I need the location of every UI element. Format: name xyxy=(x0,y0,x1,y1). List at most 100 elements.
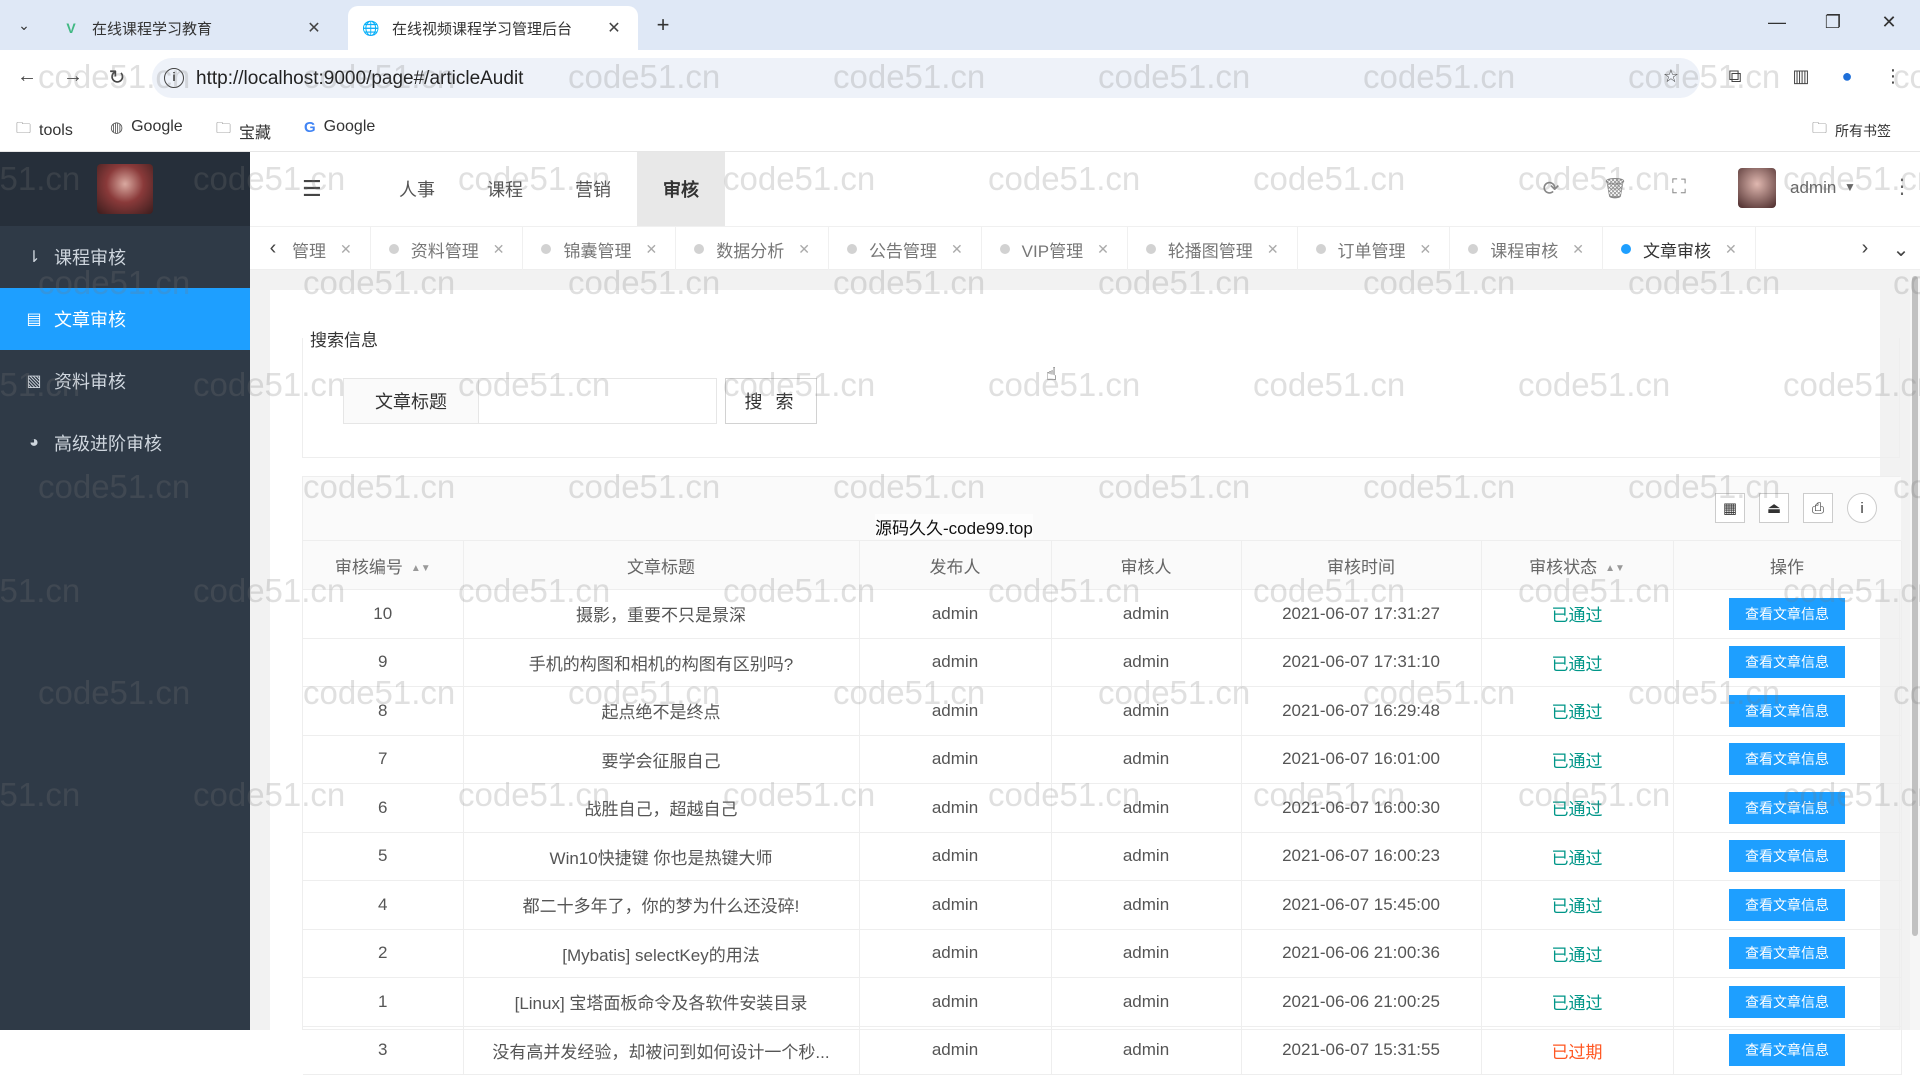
close-icon[interactable]: ✕ xyxy=(1097,241,1109,258)
close-icon[interactable]: ✕ xyxy=(493,241,505,258)
cell-publisher: admin xyxy=(859,589,1052,639)
page-tab[interactable]: 订单管理 ✕ xyxy=(1298,227,1451,271)
page-tab[interactable]: 轮播图管理 ✕ xyxy=(1128,227,1298,271)
view-article-button[interactable]: 查看文章信息 xyxy=(1729,840,1845,873)
scrollbar-thumb[interactable] xyxy=(1912,276,1918,936)
minimize-icon[interactable]: — xyxy=(1762,12,1792,33)
top-menu-personnel[interactable]: 人事 xyxy=(373,152,461,226)
cell-status: 已通过 xyxy=(1481,977,1674,1027)
cell-time: 2021-06-07 17:31:27 xyxy=(1241,589,1482,639)
page-tab[interactable]: 资料管理 ✕ xyxy=(371,227,524,271)
trash-icon[interactable]: 🗑 xyxy=(1602,176,1628,201)
info-icon[interactable]: i xyxy=(1847,493,1877,523)
folder-icon: 🗀 xyxy=(16,120,32,137)
refresh-icon[interactable]: ⟳ xyxy=(1538,176,1564,201)
sidebar-item-article-audit[interactable]: ▤ 文章审核 xyxy=(0,288,250,350)
view-article-button[interactable]: 查看文章信息 xyxy=(1729,985,1845,1018)
browser-tab-2[interactable]: 🌐 在线视频课程学习管理后台 ✕ xyxy=(348,6,638,50)
bookmark-google-2[interactable]: G Google xyxy=(304,118,375,136)
view-article-button[interactable]: 查看文章信息 xyxy=(1729,597,1845,630)
view-article-button[interactable]: 查看文章信息 xyxy=(1729,888,1845,921)
bookmark-label: Google xyxy=(131,118,183,135)
top-menu-marketing[interactable]: 营销 xyxy=(549,152,637,226)
article-title-input[interactable] xyxy=(479,378,717,424)
view-article-button[interactable]: 查看文章信息 xyxy=(1729,937,1845,970)
side-panel-icon[interactable]: ▥ xyxy=(1788,66,1814,87)
page-tab[interactable]: 文章审核 ✕ xyxy=(1603,227,1756,271)
page-tab[interactable]: 公告管理 ✕ xyxy=(829,227,982,271)
sort-icon[interactable]: ▲▼ xyxy=(411,563,431,574)
all-bookmarks[interactable]: 🗀 所有书签 xyxy=(1812,118,1891,143)
back-icon[interactable]: ← xyxy=(14,65,40,88)
sidebar-item-course-audit[interactable]: ⇂ 课程审核 xyxy=(0,226,250,288)
sidebar-item-advanced-audit[interactable]: ◕ 高级进阶审核 xyxy=(0,412,250,474)
browser-menu-icon[interactable]: ⋮ xyxy=(1880,66,1906,87)
view-article-button[interactable]: 查看文章信息 xyxy=(1729,646,1845,679)
cell-time: 2021-06-07 16:00:23 xyxy=(1241,832,1482,881)
reload-icon[interactable]: ↻ xyxy=(104,65,130,90)
cell-time: 2021-06-07 16:01:00 xyxy=(1241,735,1482,784)
view-article-button[interactable]: 查看文章信息 xyxy=(1729,743,1845,776)
close-icon[interactable]: ✕ xyxy=(604,18,624,38)
url-text[interactable]: http://localhost:9000/page#/articleAudit xyxy=(196,68,523,90)
cell-action: 查看文章信息 xyxy=(1673,1026,1902,1075)
cell-action: 查看文章信息 xyxy=(1673,929,1902,978)
close-icon[interactable]: ✕ xyxy=(304,18,324,38)
profile-icon[interactable]: ● xyxy=(1834,66,1860,87)
forward-icon[interactable]: → xyxy=(60,65,86,88)
menu-toggle-icon[interactable]: ☰ xyxy=(302,176,322,202)
bookmark-treasure[interactable]: 🗀 宝藏 xyxy=(216,118,271,143)
restore-icon[interactable]: ❐ xyxy=(1818,12,1848,33)
caret-down-icon[interactable]: ▼ xyxy=(1844,180,1856,194)
columns-filter-icon[interactable]: ▦ xyxy=(1715,493,1745,523)
col-header-title: 文章标题 xyxy=(463,541,860,590)
url-omnibox[interactable]: i http://localhost:9000/page#/articleAud… xyxy=(152,58,1700,98)
view-article-button[interactable]: 查看文章信息 xyxy=(1729,1034,1845,1067)
bookmark-google[interactable]: ◍ Google xyxy=(110,118,183,136)
page-tab-label: 课程审核 xyxy=(1490,241,1559,261)
sort-icon[interactable]: ▲▼ xyxy=(1605,563,1625,574)
browser-tab-1[interactable]: V 在线课程学习教育 ✕ xyxy=(48,6,338,50)
page-tab[interactable]: 课程审核 ✕ xyxy=(1450,227,1604,271)
close-icon[interactable]: ✕ xyxy=(645,241,657,258)
close-icon[interactable]: ✕ xyxy=(1572,241,1584,258)
table-row: 8 起点绝不是终点 admin admin 2021-06-07 16:29:48 已通过… xyxy=(303,686,1902,736)
chevron-down-icon[interactable]: ⌄ xyxy=(1886,237,1916,262)
export-icon[interactable]: ⏏ xyxy=(1759,493,1789,523)
col-header-status[interactable]: 审核状态 ▲▼ xyxy=(1481,541,1674,590)
view-article-button[interactable]: 查看文章信息 xyxy=(1729,694,1845,727)
new-tab-icon[interactable]: + xyxy=(650,12,676,38)
search-button[interactable]: 搜 索 xyxy=(725,378,817,424)
extensions-icon[interactable]: ⧉ xyxy=(1722,66,1748,87)
page-tab[interactable]: 管理 ✕ xyxy=(290,227,371,271)
more-vertical-icon[interactable]: ⋮ xyxy=(1892,174,1912,199)
sidebar-item-material-audit[interactable]: ▧ 资料审核 xyxy=(0,350,250,412)
site-info-icon[interactable]: i xyxy=(164,68,184,88)
table-row: 10 摄影，重要不只是景深 admin admin 2021-06-07 17:31:2… xyxy=(303,589,1902,639)
page-tab[interactable]: VIP管理 ✕ xyxy=(982,227,1128,271)
table-row: 7 要学会征服自己 admin admin 2021-06-07 16:01:00 已通过… xyxy=(303,735,1902,784)
tab-search-chevron-icon[interactable]: ⌄ xyxy=(10,11,38,39)
close-icon[interactable]: ✕ xyxy=(1267,241,1279,258)
user-name[interactable]: admin xyxy=(1790,178,1836,198)
view-article-button[interactable]: 查看文章信息 xyxy=(1729,791,1845,824)
close-icon[interactable]: ✕ xyxy=(1420,241,1432,258)
star-icon[interactable]: ☆ xyxy=(1658,66,1684,87)
close-icon[interactable]: ✕ xyxy=(798,241,810,258)
col-header-id[interactable]: 审核编号 ▲▼ xyxy=(303,541,464,590)
bookmark-tools[interactable]: 🗀 tools xyxy=(16,118,73,143)
chevron-left-icon[interactable]: ‹ xyxy=(258,237,288,260)
close-icon[interactable]: ✕ xyxy=(340,241,352,258)
window-close-icon[interactable]: ✕ xyxy=(1874,12,1904,33)
top-menu-audit[interactable]: 审核 xyxy=(637,152,725,226)
fullscreen-icon[interactable]: ⛶ xyxy=(1666,176,1692,199)
page-tab[interactable]: 锦囊管理 ✕ xyxy=(523,227,677,271)
page-tab[interactable]: 数据分析 ✕ xyxy=(676,227,829,271)
chevron-right-icon[interactable]: › xyxy=(1850,237,1880,260)
print-icon[interactable]: ⎙ xyxy=(1803,493,1833,523)
close-icon[interactable]: ✕ xyxy=(951,241,963,258)
close-icon[interactable]: ✕ xyxy=(1725,241,1737,258)
top-menu: 人事 课程 营销 审核 xyxy=(373,152,725,226)
top-menu-course[interactable]: 课程 xyxy=(461,152,549,226)
user-avatar[interactable] xyxy=(1738,168,1776,208)
